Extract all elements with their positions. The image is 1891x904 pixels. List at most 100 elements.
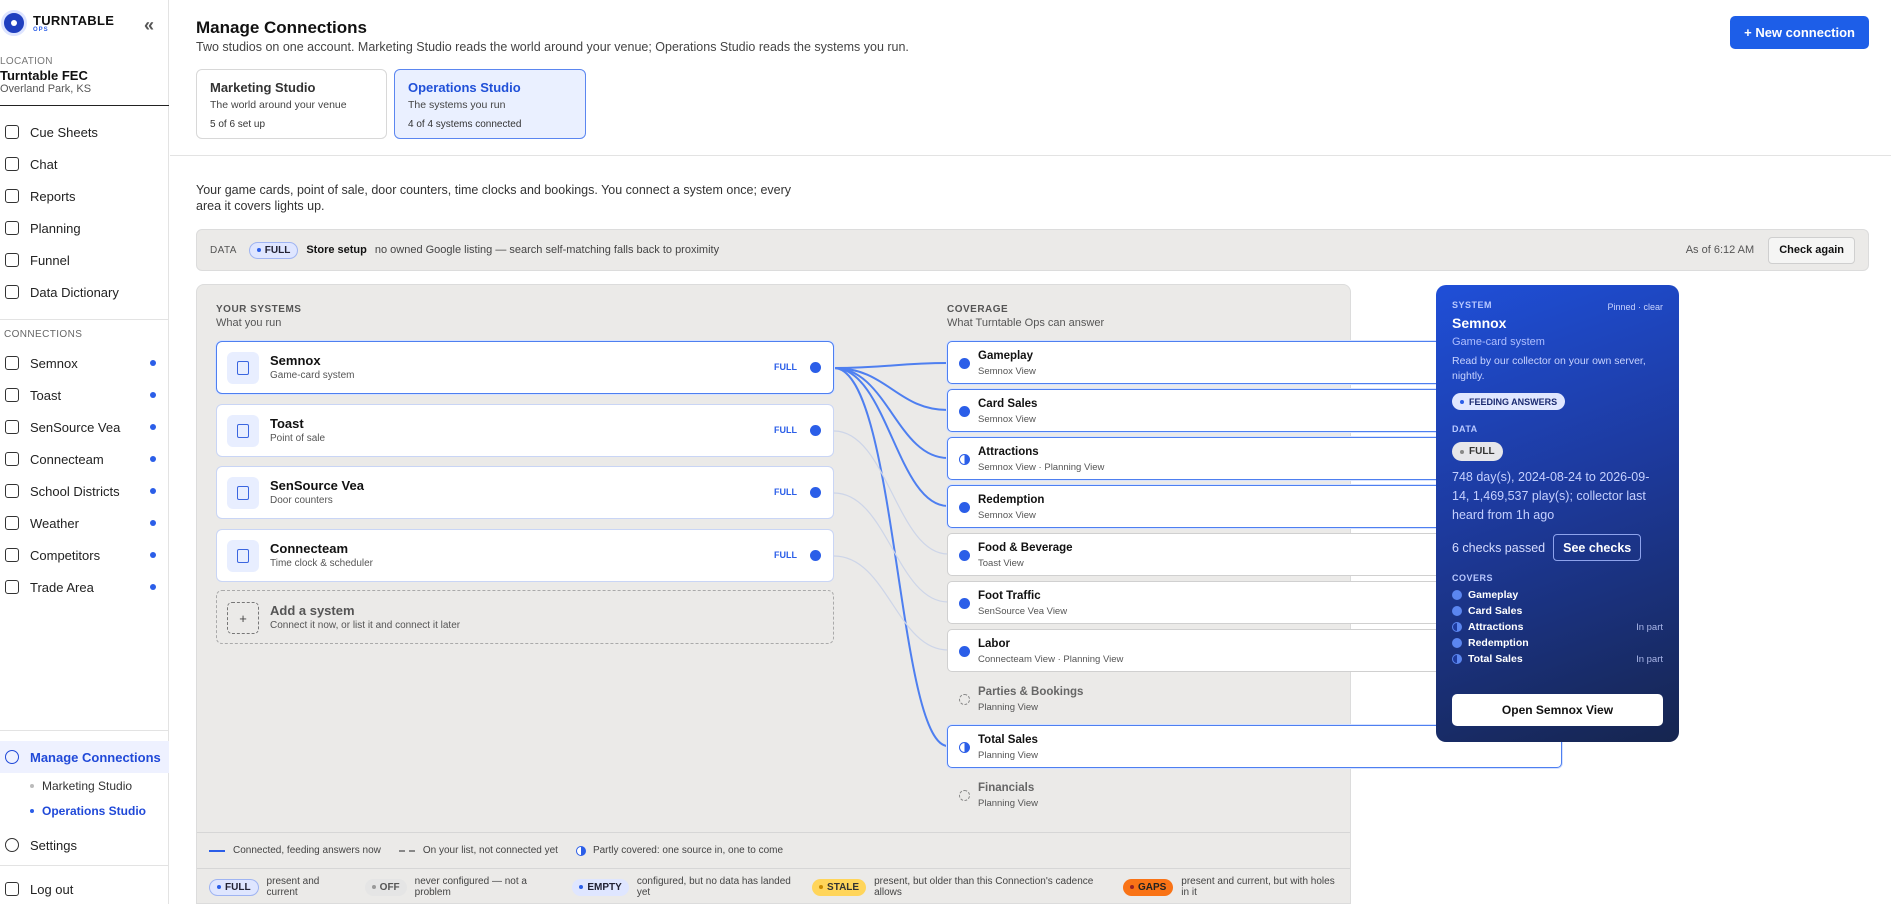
brand-logo[interactable]: TURNTABLE OPS [0,10,114,36]
status-desc: present and current, but with holes in i… [1181,876,1335,898]
covers-list: Gameplay Card Sales Attractions In part R… [1452,587,1663,667]
covers-label: COVERS [1452,573,1494,583]
nav-trade-area[interactable]: Trade Area [0,571,169,603]
nav-competitors[interactable]: Competitors [0,539,169,571]
nav-label: Competitors [30,547,101,563]
status-badge-off: OFF [364,878,407,896]
location-switcher[interactable]: LOCATION Turntable FEC Overland Park, KS [0,56,169,106]
system-card-sensource-vea[interactable]: SenSource Vea Door counters FULL [216,466,834,519]
nav-log-out[interactable]: Log out [0,873,169,904]
nav-label: Cue Sheets [30,124,98,140]
nav-data-dictionary[interactable]: Data Dictionary [0,276,169,308]
partial-dot [959,454,970,465]
coverage-name: Attractions [978,446,1039,458]
nav-label: Connecteam [30,451,104,467]
covers-item: Attractions In part [1452,619,1663,635]
solid-line-swatch [209,849,225,852]
system-name: Semnox [270,353,321,368]
person-icon [227,540,259,572]
store-setup-label: Store setup [306,244,367,256]
nav-toast[interactable]: Toast [0,379,169,411]
full-dot [959,646,970,657]
nav-chat[interactable]: Chat [0,148,169,180]
add-system-button[interactable]: + Add a system Connect it now, or list i… [216,590,834,644]
tab-marketing-studio[interactable]: Marketing Studio The world around your v… [196,69,387,139]
nav-settings[interactable]: Settings [0,829,169,861]
sidebar: TURNTABLE OPS « LOCATION Turntable FEC O… [0,0,169,904]
nav-connecteam[interactable]: Connecteam [0,443,169,475]
full-dot [959,502,970,513]
nav-sensource-vea[interactable]: SenSource Vea [0,411,169,443]
see-checks-button[interactable]: See checks [1553,534,1642,561]
subnav-operations-studio[interactable]: Operations Studio [0,798,169,823]
coverage-via: Semnox View [978,414,1036,425]
location-city: Overland Park, KS [0,83,92,95]
cloud-icon [5,516,19,530]
system-card-connecteam[interactable]: Connecteam Time clock & scheduler FULL [216,529,834,582]
nav-reports[interactable]: Reports [0,180,169,212]
main-nav: Cue Sheets Chat Reports Planning Funnel … [0,116,169,308]
logout-icon [5,882,19,896]
coverage-via: SenSource Vea View [978,606,1068,617]
coverage-name: Food & Beverage [978,542,1073,554]
card-data-info: 748 day(s), 2024-08-24 to 2026-09-14, 1,… [1452,470,1650,522]
system-status: FULL [774,425,797,435]
nav-school-districts[interactable]: School Districts [0,475,169,507]
checks-row: 6 checks passed See checks [1452,534,1663,561]
subnav-marketing-studio[interactable]: Marketing Studio [0,773,169,798]
dashed-line-swatch [398,849,415,852]
status-dot [810,362,821,373]
system-status: FULL [774,487,797,497]
nav-funnel[interactable]: Funnel [0,244,169,276]
chat-icon [5,157,19,171]
target-icon [5,580,19,594]
system-desc: Point of sale [270,433,326,444]
collapse-sidebar-icon[interactable]: « [144,15,154,36]
nav-weather[interactable]: Weather [0,507,169,539]
nav-label: Data Dictionary [30,284,119,300]
data-status-bar: DATA FULL Store setup no owned Google li… [196,229,1869,271]
coverage-name: Total Sales [978,734,1038,746]
nav-manage-connections[interactable]: Manage Connections [0,741,169,773]
system-card-toast[interactable]: Toast Point of sale FULL [216,404,834,457]
coverage-name: Parties & Bookings [978,686,1084,698]
coverage-via: Planning View [978,798,1039,809]
pinned-clear-link[interactable]: Pinned · clear [1607,302,1663,312]
status-legend: FULL present and current OFF never confi… [197,868,1350,904]
divider [170,155,1891,156]
tab-operations-studio[interactable]: Operations Studio The systems you run 4 … [394,69,586,139]
open-semnox-view-button[interactable]: Open Semnox View [1452,694,1663,726]
system-status: FULL [774,550,797,560]
card-system-type: Game-card system [1452,336,1545,348]
book-icon [5,285,19,299]
bottom-nav: Manage Connections Marketing Studio Oper… [0,741,169,861]
full-dot [959,358,970,369]
coverage-name: Labor [978,638,1010,650]
system-card-semnox[interactable]: Semnox Game-card system FULL [216,341,834,394]
legend-listed: On your list, not connected yet [422,845,558,856]
status-desc: present, but older than this Connection'… [874,876,1094,898]
connected-dot [150,456,156,462]
nav-label: Planning [30,220,81,236]
nav-semnox[interactable]: Semnox [0,347,169,379]
brand-name: TURNTABLE [33,12,115,28]
nav-planning[interactable]: Planning [0,212,169,244]
coverage-via: Toast View [978,558,1024,569]
system-detail-card: SYSTEM Pinned · clear Semnox Game-card s… [1436,285,1679,742]
coverage-financials[interactable]: Financials Planning View [947,773,1562,816]
register-icon [227,415,259,447]
funnel-icon [5,253,19,267]
store-setup-note: no owned Google listing — search self-ma… [374,244,720,256]
status-dot [810,487,821,498]
full-dot [959,598,970,609]
covers-item: Redemption [1452,635,1663,651]
check-again-button[interactable]: Check again [1768,236,1855,264]
intro-text: Your game cards, point of sale, door cou… [196,183,792,213]
feeding-answers-badge: FEEDING ANSWERS [1452,393,1566,410]
coverage-via: Semnox View · Planning View [978,462,1105,473]
report-icon [5,189,19,203]
card-icon [5,356,19,370]
nav-label: Semnox [30,355,78,371]
nav-cue-sheets[interactable]: Cue Sheets [0,116,169,148]
new-connection-button[interactable]: + New connection [1730,16,1869,49]
